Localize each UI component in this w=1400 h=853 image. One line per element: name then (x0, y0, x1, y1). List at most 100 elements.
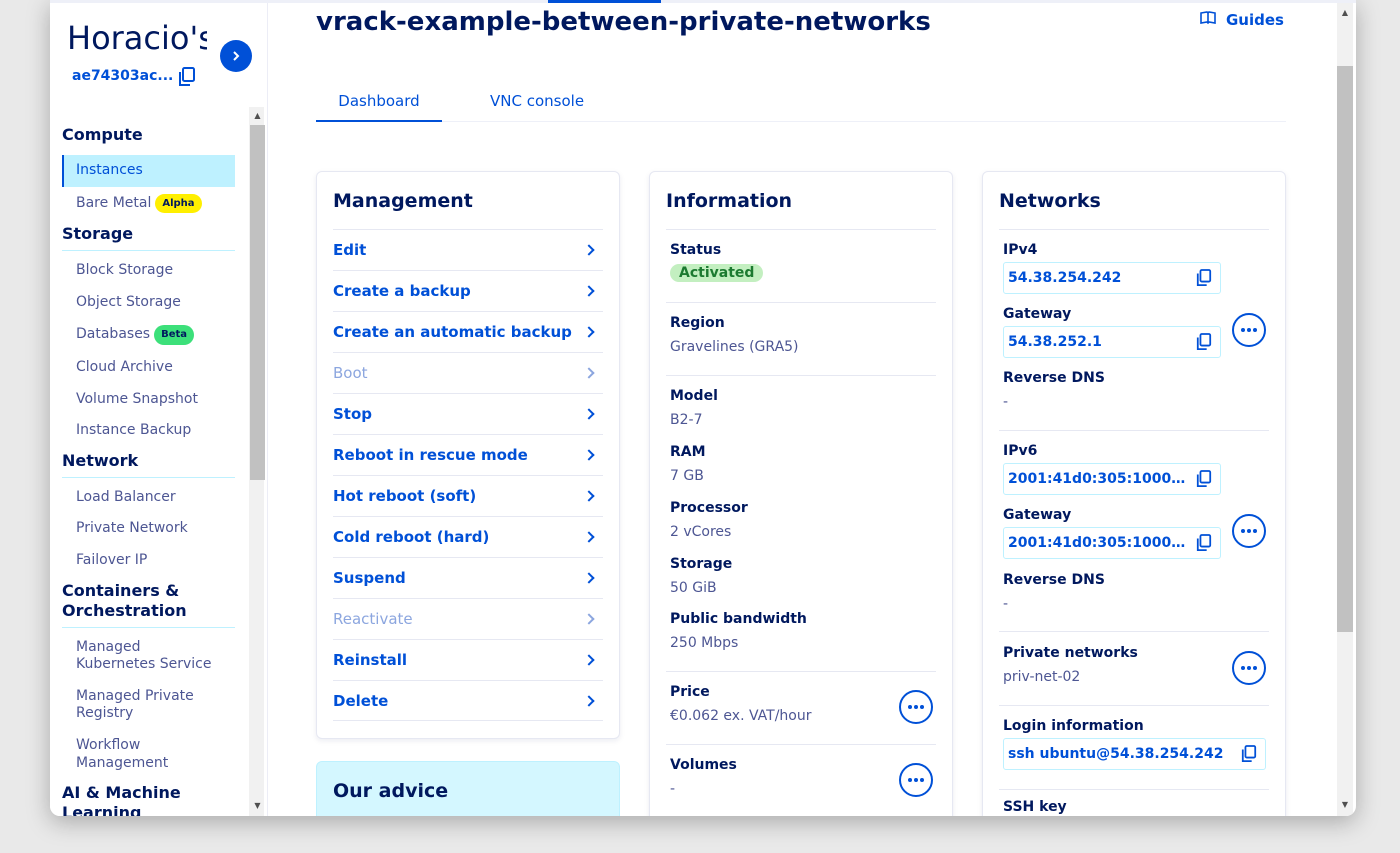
gateway6-block: Gateway (1003, 506, 1269, 524)
ipv4-label: IPv4 (1003, 242, 1038, 258)
gateway4-field[interactable]: 54.38.252.1 (1003, 326, 1221, 358)
gateway4-value: 54.38.252.1 (1008, 334, 1102, 350)
copy-icon[interactable] (1188, 269, 1220, 287)
management-action[interactable]: Create a backup (333, 270, 603, 311)
sidebar-item[interactable]: Load Balancer (62, 482, 235, 514)
main-scroll-down-arrow[interactable]: ▼ (1337, 798, 1353, 812)
tab-dashboard[interactable]: Dashboard (316, 81, 442, 122)
sidebar-item-label: Failover IP (76, 551, 148, 568)
rdns6-label: Reverse DNS (1003, 572, 1105, 588)
management-action[interactable]: Hot reboot (soft) (333, 475, 603, 516)
login-info-block: Login information (1003, 717, 1269, 735)
region-value: Gravelines (GRA5) (670, 339, 799, 355)
management-action-label: Delete (333, 691, 389, 710)
sidebar-item-label: Workflow Management (76, 736, 169, 771)
copy-icon[interactable] (1188, 333, 1220, 351)
price-actions-button[interactable] (899, 690, 933, 724)
ipv4-actions-button[interactable] (1232, 313, 1266, 347)
divider (999, 430, 1269, 431)
management-action[interactable]: Create an automatic backup (333, 311, 603, 352)
sidebar-item-label: Managed Kubernetes Service (76, 638, 212, 673)
management-action-label: Boot (333, 364, 368, 382)
project-title: Horacio's (67, 19, 207, 57)
scroll-up-arrow[interactable]: ▲ (250, 109, 265, 123)
management-action-label: Reinstall (333, 651, 408, 669)
management-action-label: Reactivate (333, 610, 413, 628)
management-action-label: Edit (333, 241, 367, 259)
copy-icon[interactable] (1188, 470, 1220, 488)
private-networks-actions-button[interactable] (1232, 651, 1266, 685)
sidebar-item[interactable]: Databases Beta (62, 318, 235, 352)
management-action[interactable]: Reinstall (333, 639, 603, 680)
networks-title: Networks (999, 190, 1101, 212)
divider (999, 789, 1269, 790)
expand-sidebar-button[interactable] (220, 40, 252, 72)
chevron-right-icon (583, 244, 595, 256)
advice-card: Our advice (316, 761, 620, 816)
sidebar-item[interactable]: Block Storage (62, 255, 235, 287)
management-action-label: Reboot in rescue mode (333, 446, 528, 464)
sidebar-item-label: Instance Backup (76, 422, 192, 439)
region-label: Region (670, 315, 725, 331)
management-action[interactable]: Delete (333, 680, 603, 721)
management-action: Boot (333, 352, 603, 393)
volumes-value: - (670, 781, 676, 797)
management-action[interactable]: Reboot in rescue mode (333, 434, 603, 475)
model-label: Model (670, 388, 718, 404)
guides-link[interactable]: Guides (1200, 11, 1284, 29)
divider (999, 705, 1269, 706)
status-badge: Activated (670, 264, 764, 282)
sidebar-item[interactable]: Bare Metal Alpha (62, 187, 235, 221)
sidebar-item[interactable]: Instance Backup (62, 415, 235, 447)
ipv4-block: IPv4 (1003, 241, 1269, 259)
management-action-label: Hot reboot (soft) (333, 487, 477, 505)
main-scroll-up-arrow[interactable]: ▲ (1337, 6, 1353, 20)
login-info-field[interactable]: ssh ubuntu@54.38.254.242 (1003, 738, 1266, 770)
tab-vnc-console[interactable]: VNC console (490, 81, 584, 122)
chevron-right-icon (583, 449, 595, 461)
price-block: Price €0.062 ex. VAT/hour (670, 683, 936, 725)
ipv6-block: IPv6 (1003, 442, 1269, 460)
sidebar-item[interactable]: Instances (62, 155, 235, 187)
ssh-key-label: SSH key (1003, 799, 1067, 815)
nav-section-title: Network (62, 451, 235, 478)
storage-label: Storage (670, 556, 733, 572)
rdns6-value: - (1003, 596, 1009, 612)
gateway4-label: Gateway (1003, 306, 1072, 322)
ram-block: RAM 7 GB (670, 443, 936, 485)
copy-icon[interactable] (1188, 534, 1220, 552)
copy-icon[interactable] (178, 67, 196, 87)
sidebar-item[interactable]: Private Network (62, 513, 235, 545)
sidebar-item[interactable]: Managed Kubernetes Service (62, 632, 235, 681)
project-id: ae74303ac... (72, 68, 174, 84)
gateway6-field[interactable]: 2001:41d0:305:1000::1 (1003, 527, 1221, 559)
main-scrollbar-thumb[interactable] (1337, 66, 1353, 632)
browser-window: Horacio's ae74303ac... Compute Instances B… (50, 0, 1356, 816)
management-action[interactable]: Cold reboot (hard) (333, 516, 603, 557)
chevron-right-icon (583, 572, 595, 584)
sidebar-item[interactable]: Failover IP (62, 545, 235, 577)
sidebar-item[interactable]: Volume Snapshot (62, 384, 235, 416)
ipv4-field[interactable]: 54.38.254.242 (1003, 262, 1221, 294)
sidebar-item[interactable]: Workflow Management (62, 730, 235, 779)
nav-badge: Beta (154, 325, 195, 345)
bandwidth-block: Public bandwidth 250 Mbps (670, 610, 936, 652)
management-action[interactable]: Stop (333, 393, 603, 434)
sidebar-scrollbar-thumb[interactable] (250, 125, 265, 480)
private-networks-value: priv-net-02 (1003, 669, 1081, 685)
main-content: vrack-example-between-private-networks G… (268, 3, 1338, 816)
divider (666, 302, 936, 303)
chevron-right-icon (583, 613, 595, 625)
sidebar-item[interactable]: Managed Private Registry (62, 681, 235, 730)
ipv6-field[interactable]: 2001:41d0:305:1000::3f… (1003, 463, 1221, 495)
management-action[interactable]: Edit (333, 229, 603, 270)
chevron-right-icon (583, 694, 595, 707)
sidebar-item[interactable]: Object Storage (62, 287, 235, 319)
management-action[interactable]: Suspend (333, 557, 603, 598)
nav-section-title: AI & Machine Learning (62, 783, 235, 816)
sidebar-item[interactable]: Cloud Archive (62, 352, 235, 384)
copy-icon[interactable] (1233, 745, 1265, 763)
ipv6-actions-button[interactable] (1232, 514, 1266, 548)
volumes-actions-button[interactable] (899, 763, 933, 797)
scroll-down-arrow[interactable]: ▼ (250, 799, 265, 813)
